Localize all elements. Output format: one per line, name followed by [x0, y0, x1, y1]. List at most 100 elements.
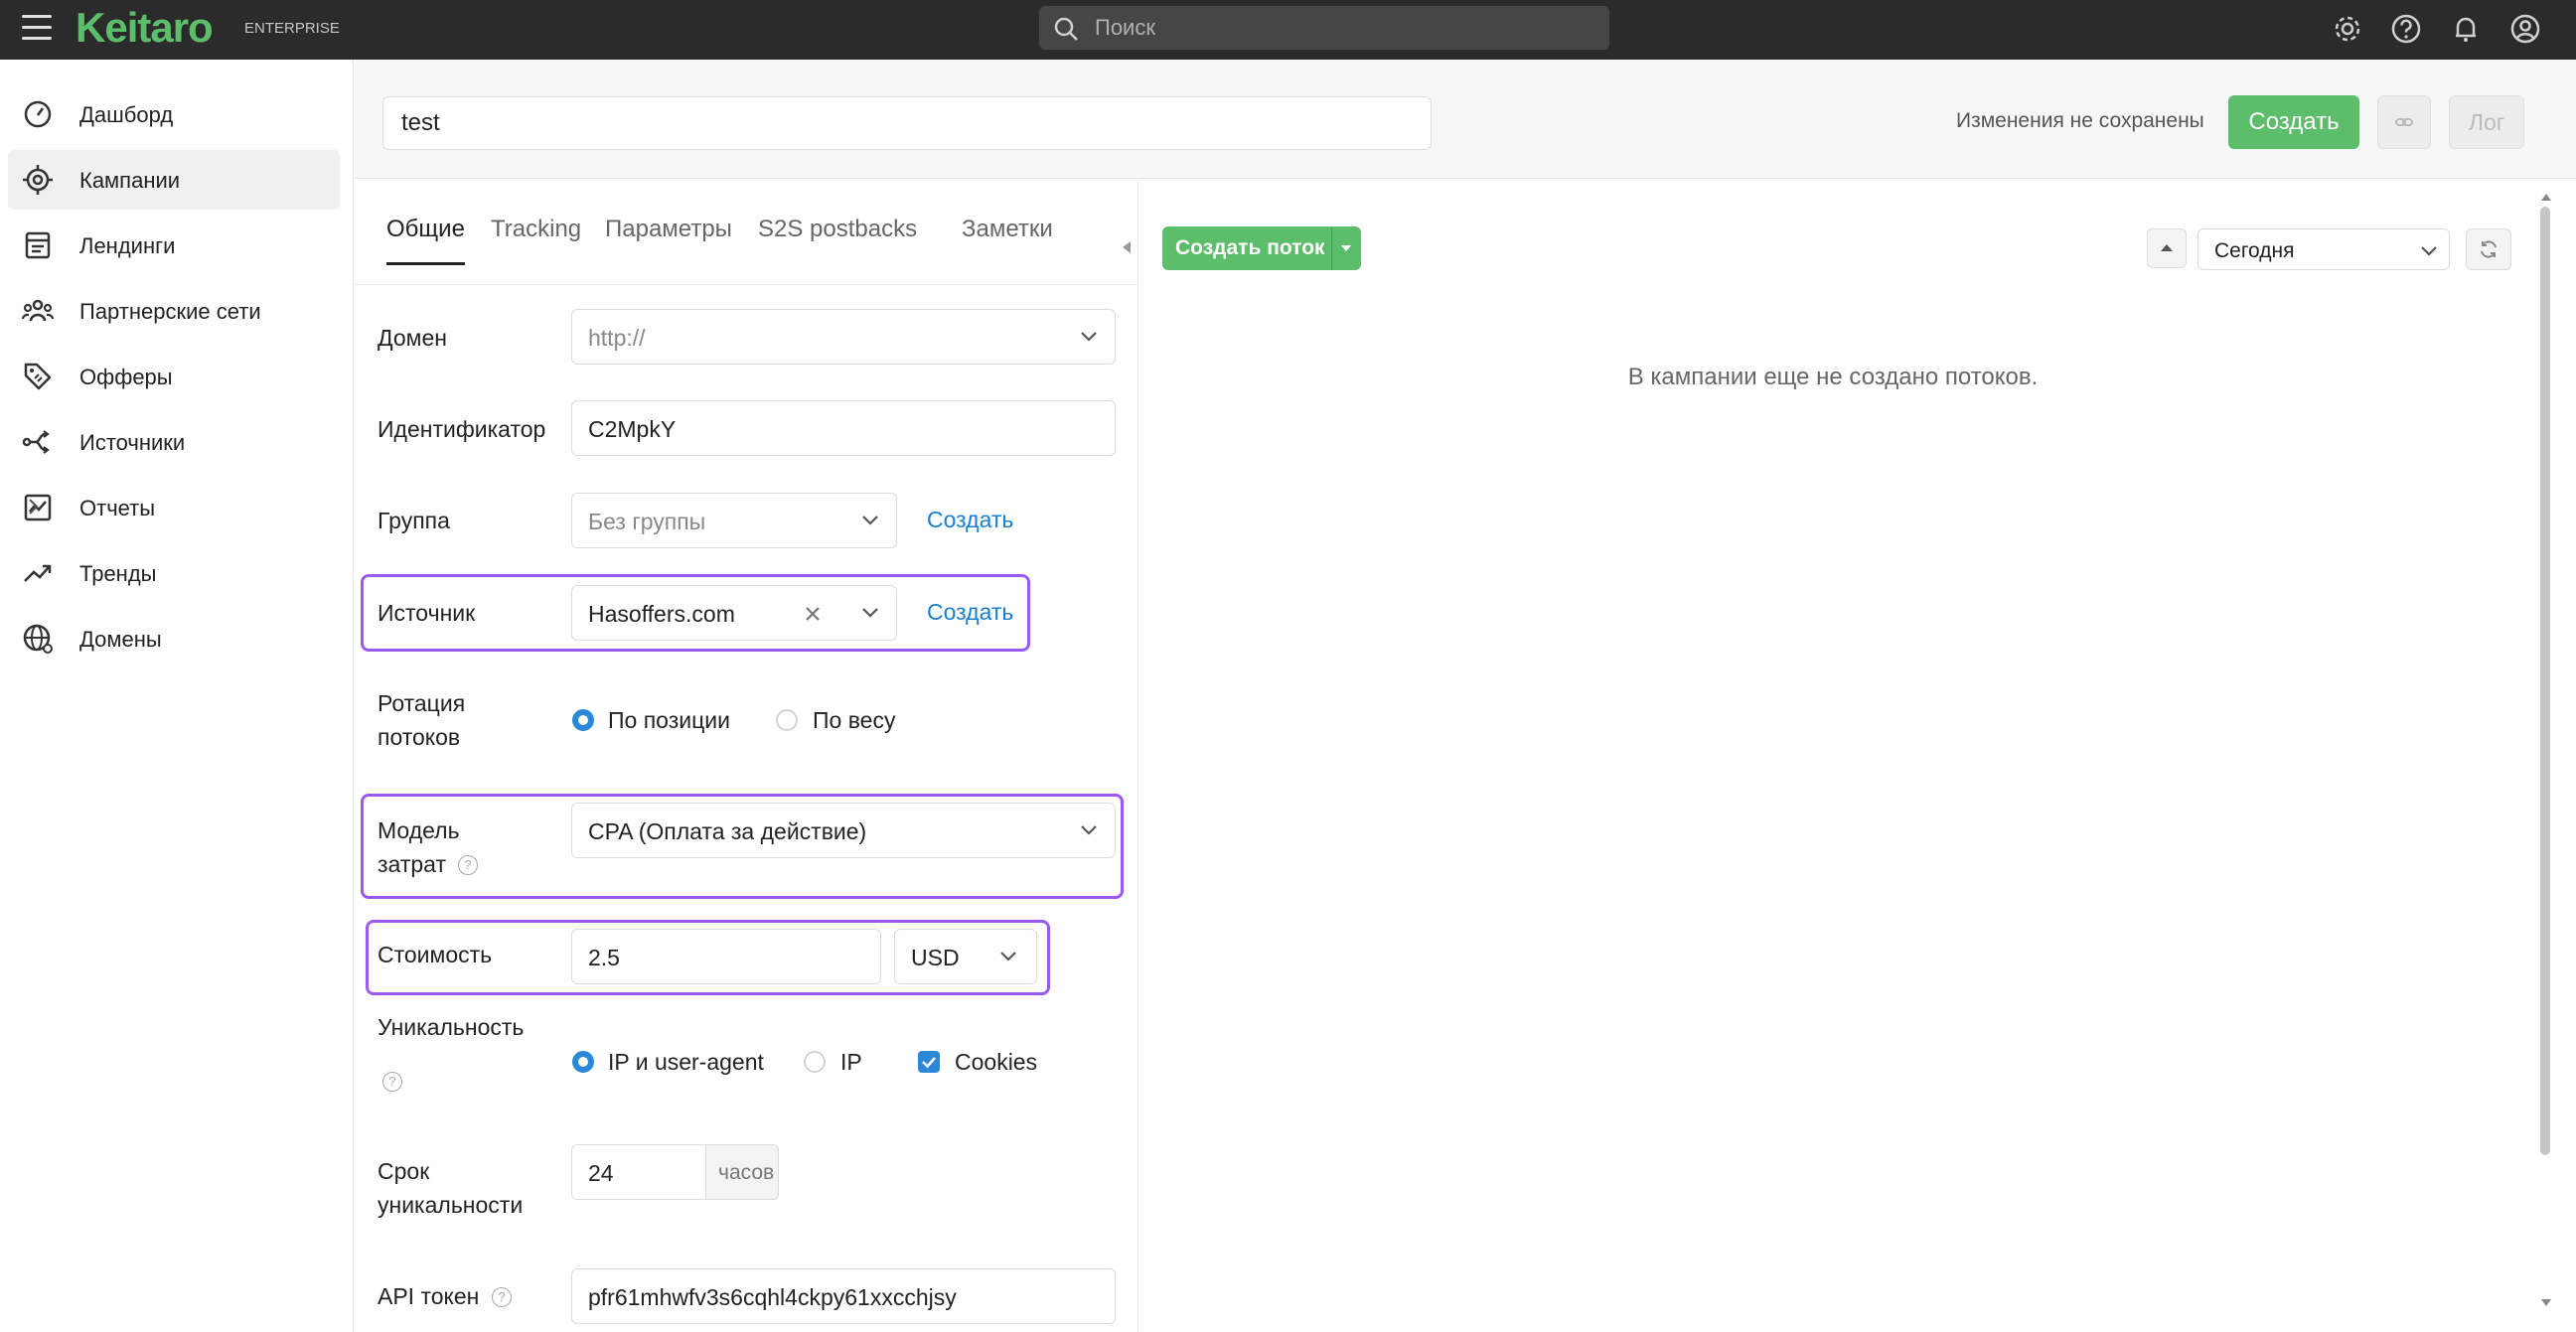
cost-model-label-2: затрат: [378, 851, 446, 877]
top-bar: Keitaro ENTERPRISE: [0, 0, 2576, 60]
cost-model-select[interactable]: CPA (Оплата за действие): [571, 803, 1116, 858]
tag-icon: [24, 363, 52, 390]
logo[interactable]: Keitaro: [76, 4, 214, 52]
chevron-down-icon: [1081, 825, 1097, 835]
rotation-label-2: потоков: [378, 724, 461, 750]
tabs-scroll-left-icon[interactable]: [1120, 239, 1134, 255]
help-icon[interactable]: ?: [492, 1287, 512, 1307]
period-value: Сегодня: [2214, 239, 2295, 262]
sidebar-item-landings[interactable]: Лендинги: [8, 216, 340, 275]
period-select[interactable]: Сегодня: [2197, 228, 2450, 270]
sidebar-item-sources[interactable]: Источники: [8, 412, 340, 472]
chevron-down-icon: [2421, 246, 2437, 256]
sidebar-item-domains[interactable]: Домены: [8, 609, 340, 668]
tab-parameters[interactable]: Параметры: [605, 210, 732, 265]
sidebar-item-offers[interactable]: Офферы: [8, 347, 340, 406]
source-select[interactable]: Hasoffers.com: [571, 585, 897, 641]
refresh-button[interactable]: [2466, 228, 2511, 270]
campaign-name-input[interactable]: [382, 96, 1432, 150]
sidebar-item-label: Домены: [79, 627, 162, 652]
caret-up-icon: [2161, 244, 2173, 251]
chevron-down-icon: [862, 516, 878, 525]
uniq-period-unit: часов: [705, 1144, 779, 1200]
create-campaign-button[interactable]: Создать: [2228, 95, 2359, 149]
currency-select[interactable]: USD: [894, 929, 1037, 984]
dashboard-icon: [24, 100, 52, 128]
refresh-icon: [2481, 240, 2497, 258]
create-stream-button[interactable]: Создать поток: [1162, 226, 1361, 270]
collapse-button[interactable]: [2147, 228, 2187, 268]
group-value: Без группы: [588, 509, 706, 534]
button-divider: [1331, 226, 1332, 270]
cost-value: 2.5: [588, 945, 620, 970]
sidebar-item-label: Кампании: [79, 168, 181, 193]
campaign-settings-panel: Общие Tracking Параметры S2S postbacks З…: [355, 180, 1138, 1332]
caret-down-icon[interactable]: [1339, 243, 1353, 253]
create-group-link[interactable]: Создать: [927, 507, 1013, 533]
rotation-label: Ротация: [378, 690, 466, 716]
tab-notes[interactable]: Заметки: [962, 210, 1053, 265]
chevron-right-icon: [29, 499, 39, 515]
uniq-period-label-2: уникальности: [378, 1192, 524, 1218]
people-icon: [22, 299, 54, 322]
help-icon[interactable]: [2389, 12, 2423, 46]
settings-tabs: Общие Tracking Параметры S2S postbacks З…: [377, 210, 1132, 265]
search-box[interactable]: [1039, 6, 1609, 50]
tab-general[interactable]: Общие: [386, 210, 465, 265]
tab-tracking[interactable]: Tracking: [491, 210, 581, 265]
help-icon[interactable]: ?: [458, 855, 478, 875]
sidebar-item-campaigns[interactable]: Кампании: [8, 150, 340, 210]
sidebar-item-trends[interactable]: Тренды: [8, 543, 340, 603]
clear-icon[interactable]: [803, 604, 823, 624]
checkmark-icon: [922, 1057, 936, 1069]
cookies-label[interactable]: Cookies: [955, 1049, 1037, 1076]
sidebar-item-affiliate-networks[interactable]: Партнерские сети: [8, 281, 340, 341]
chevron-down-icon: [1000, 952, 1016, 962]
api-token-input[interactable]: pfr61mhwfv3s6cqhl4ckpy61xxcchjsy: [571, 1268, 1116, 1324]
bell-icon[interactable]: [2449, 12, 2483, 46]
domain-select[interactable]: http://: [571, 309, 1116, 365]
uniq-period-unit-label: часов: [718, 1161, 775, 1184]
sidebar-item-reports[interactable]: Отчеты: [8, 478, 340, 537]
sidebar-item-dashboard[interactable]: Дашборд: [8, 84, 340, 144]
gear-icon[interactable]: [2331, 12, 2364, 46]
edition-label: ENTERPRISE: [244, 20, 340, 37]
scrollbar-thumb[interactable]: [2540, 207, 2550, 1155]
source-value: Hasoffers.com: [588, 601, 735, 627]
user-icon[interactable]: [2508, 12, 2542, 46]
cost-input[interactable]: 2.5: [571, 929, 881, 984]
identifier-input[interactable]: C2MpkY: [571, 400, 1116, 456]
log-button[interactable]: Лог: [2449, 95, 2524, 149]
link-button[interactable]: [2377, 95, 2431, 149]
source-icon: [22, 430, 50, 454]
identifier-value: C2MpkY: [588, 416, 677, 442]
search-icon: [1054, 17, 1078, 41]
create-source-link[interactable]: Создать: [927, 599, 1013, 626]
cookies-checkbox[interactable]: [918, 1051, 940, 1073]
rotation-weight-label[interactable]: По весу: [813, 707, 895, 734]
uniqueness-ip-ua-radio[interactable]: [572, 1051, 594, 1073]
sidebar-item-label: Отчеты: [79, 496, 156, 520]
uniq-period-input[interactable]: 24: [571, 1144, 706, 1200]
search-input[interactable]: [1095, 6, 1591, 50]
sidebar-item-label: Тренды: [79, 561, 157, 586]
unsaved-status: Изменения не сохранены: [1956, 109, 2204, 132]
rotation-position-label[interactable]: По позиции: [608, 707, 730, 734]
uniq-period-label: Срок: [378, 1158, 430, 1184]
uniqueness-ip-ua-label[interactable]: IP и user-agent: [608, 1049, 764, 1076]
api-token-value: pfr61mhwfv3s6cqhl4ckpy61xxcchjsy: [588, 1284, 957, 1310]
sidebar: Дашборд Кампании Лендинги Партнерские се…: [0, 60, 354, 1332]
sidebar-item-label: Офферы: [79, 365, 173, 389]
group-select[interactable]: Без группы: [571, 493, 897, 548]
cost-label: Стоимость: [378, 942, 493, 967]
uniqueness-ip-label[interactable]: IP: [840, 1049, 862, 1076]
tabs-divider: [355, 284, 1137, 285]
domain-value: http://: [588, 325, 646, 351]
tab-s2s-postbacks[interactable]: S2S postbacks: [758, 210, 917, 265]
uniqueness-ip-radio[interactable]: [804, 1051, 826, 1073]
rotation-position-radio[interactable]: [572, 709, 594, 731]
help-icon[interactable]: ?: [382, 1072, 402, 1092]
rotation-weight-radio[interactable]: [776, 709, 798, 731]
domain-label: Домен: [378, 325, 447, 351]
menu-icon[interactable]: [22, 15, 52, 41]
